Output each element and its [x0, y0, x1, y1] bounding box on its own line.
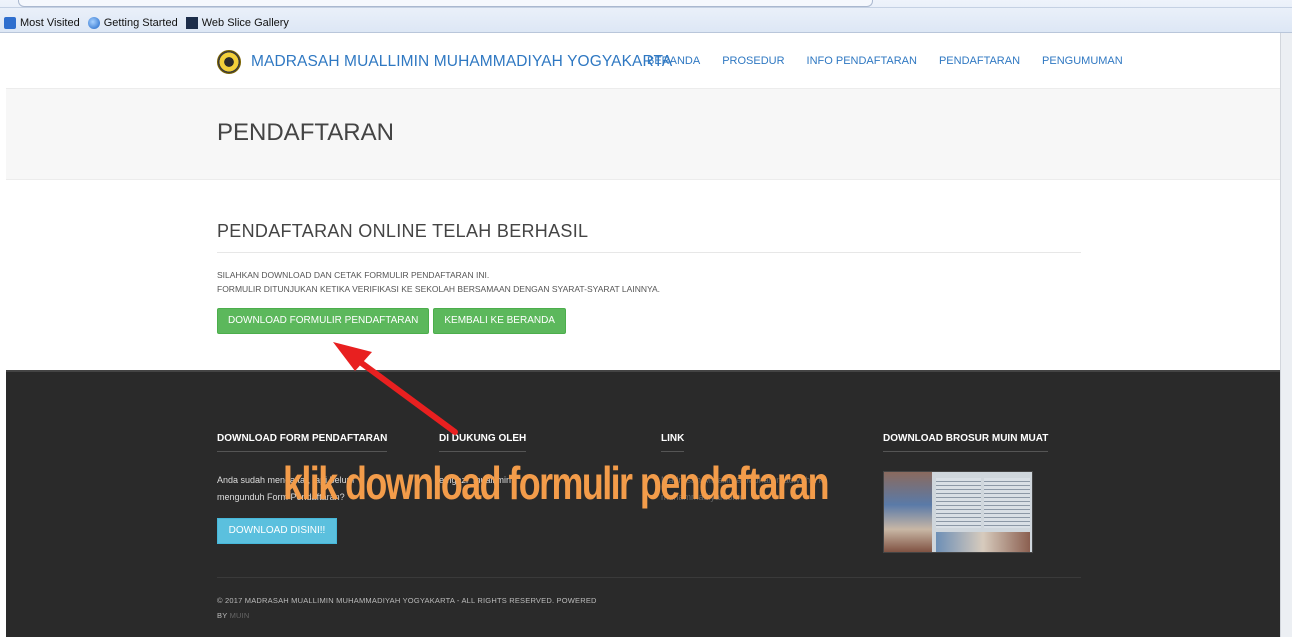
- download-formulir-button[interactable]: DOWNLOAD FORMULIR PENDAFTARAN: [217, 308, 430, 334]
- bookmark-items: Most Visited Getting Started Web Slice G…: [4, 17, 297, 29]
- footer-heading: DI DUKUNG OLEH: [439, 433, 527, 452]
- site-brand[interactable]: MADRASAH MUALLIMIN MUHAMMADIYAH YOGYAKAR…: [217, 50, 672, 74]
- brosur-photo-strip: [936, 532, 1030, 552]
- brosur-text-block: [936, 478, 981, 528]
- bookmark-getting-started[interactable]: Getting Started: [87, 17, 178, 29]
- bookmarks-toolbar: Most Visited Getting Started Web Slice G…: [0, 0, 1292, 33]
- page-title-bar: PENDAFTARAN: [6, 88, 1292, 180]
- main-content: PENDAFTARAN ONLINE TELAH BERHASIL SILAHK…: [217, 221, 1081, 334]
- success-heading: PENDAFTARAN ONLINE TELAH BERHASIL: [217, 221, 589, 241]
- nav-prosedur[interactable]: PROSEDUR: [722, 55, 784, 67]
- download-disini-button[interactable]: DOWNLOAD DISINI!!: [217, 518, 337, 544]
- copyright: © 2017 MADRASAH MUALLIMIN MUHAMMADIYAH Y…: [217, 593, 647, 623]
- nav-pengumuman[interactable]: PENGUMUMAN: [1042, 55, 1123, 67]
- footer-col-brosur: DOWNLOAD BROSUR MUIN MUAT: [883, 428, 1083, 553]
- footer-heading: DOWNLOAD FORM PENDAFTARAN: [217, 433, 388, 452]
- powered-by-link[interactable]: MUIN: [230, 611, 250, 620]
- brand-name: MADRASAH MUALLIMIN MUHAMMADIYAH YOGYAKAR…: [251, 53, 673, 70]
- web-slice-icon: [185, 17, 198, 29]
- copyright-line-1: © 2017 MADRASAH MUALLIMIN MUHAMMADIYAH Y…: [217, 596, 597, 605]
- nav-info-pendaftaran[interactable]: INFO PENDAFTARAN: [807, 55, 917, 67]
- most-visited-icon: [4, 17, 16, 29]
- bookmark-most-visited[interactable]: Most Visited: [4, 17, 80, 29]
- brosur-thumbnail[interactable]: [883, 471, 1033, 553]
- browser-tab-strip: [0, 0, 1292, 8]
- action-buttons: DOWNLOAD FORMULIR PENDAFTARAN KEMBALI KE…: [217, 308, 1081, 334]
- page-scrollbar[interactable]: [1280, 33, 1292, 637]
- site-navbar: MADRASAH MUALLIMIN MUHAMMADIYAH YOGYAKAR…: [0, 33, 1280, 88]
- browser-tab[interactable]: [18, 0, 873, 7]
- madrasah-logo-icon: [217, 50, 241, 74]
- bookmark-label: Most Visited: [20, 17, 80, 29]
- divider: [217, 252, 1081, 253]
- kembali-ke-beranda-button[interactable]: KEMBALI KE BERANDA: [433, 308, 566, 334]
- instruction-line-2: FORMULIR DITUNJUKAN KETIKA VERIFIKASI KE…: [217, 284, 661, 294]
- footer-heading: LINK: [661, 433, 685, 452]
- annotation-text: klik download formulir pendaftaran: [283, 457, 830, 509]
- copyright-line-2: BY: [217, 611, 228, 620]
- instruction-text: SILAHKAN DOWNLOAD DAN CETAK FORMULIR PEN…: [217, 268, 1081, 296]
- bookmark-web-slice-gallery[interactable]: Web Slice Gallery: [185, 17, 289, 29]
- bookmark-label: Getting Started: [103, 17, 178, 29]
- nav-beranda[interactable]: BERANDA: [647, 55, 700, 67]
- bookmark-label: Web Slice Gallery: [201, 17, 289, 29]
- footer-heading: DOWNLOAD BROSUR MUIN MUAT: [883, 433, 1049, 452]
- brosur-text-block: [984, 478, 1030, 528]
- footer-divider: [217, 577, 1081, 578]
- web-page: MADRASAH MUALLIMIN MUHAMMADIYAH YOGYAKAR…: [0, 33, 1292, 637]
- nav-pendaftaran[interactable]: PENDAFTARAN: [939, 55, 1020, 67]
- page-title: PENDAFTARAN: [217, 119, 394, 146]
- main-nav: BERANDA PROSEDUR INFO PENDAFTARAN PENDAF…: [647, 55, 1145, 67]
- firefox-icon: [87, 17, 100, 29]
- instruction-line-1: SILAHKAN DOWNLOAD DAN CETAK FORMULIR PEN…: [217, 270, 490, 280]
- brosur-photo: [884, 472, 932, 552]
